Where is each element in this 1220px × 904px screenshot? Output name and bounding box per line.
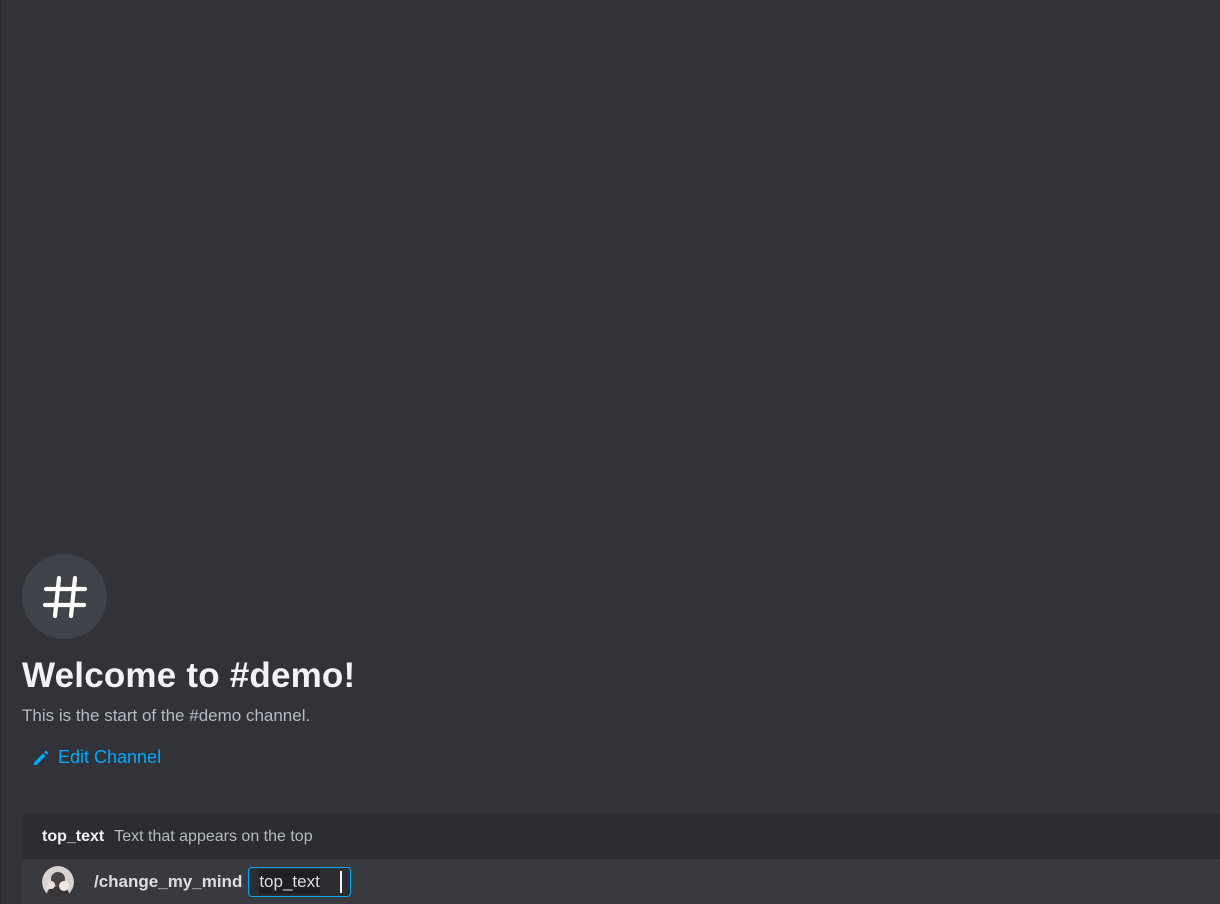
slash-command-name: /change_my_mind [94,871,243,891]
command-option-popup[interactable]: top_text Text that appears on the top [22,814,1220,859]
option-description: Text that appears on the top [114,827,313,845]
message-composer[interactable]: /change_my_mind top_text [22,859,1220,904]
param-label: top_text [259,869,320,894]
command-param-input[interactable]: top_text [248,866,351,897]
text-caret [339,870,342,893]
pencil-icon [32,749,50,767]
option-name: top_text [42,827,105,845]
welcome-title: Welcome to #demo! [22,656,356,695]
chat-area: Welcome to #demo! This is the start of t… [0,0,1220,904]
edit-channel-label: Edit Channel [58,747,162,767]
user-avatar [42,865,74,898]
channel-welcome: Welcome to #demo! This is the start of t… [22,554,722,768]
edit-channel-link[interactable]: Edit Channel [32,747,161,768]
hash-icon [22,554,107,639]
welcome-subtitle: This is the start of the #demo channel. [22,706,311,725]
